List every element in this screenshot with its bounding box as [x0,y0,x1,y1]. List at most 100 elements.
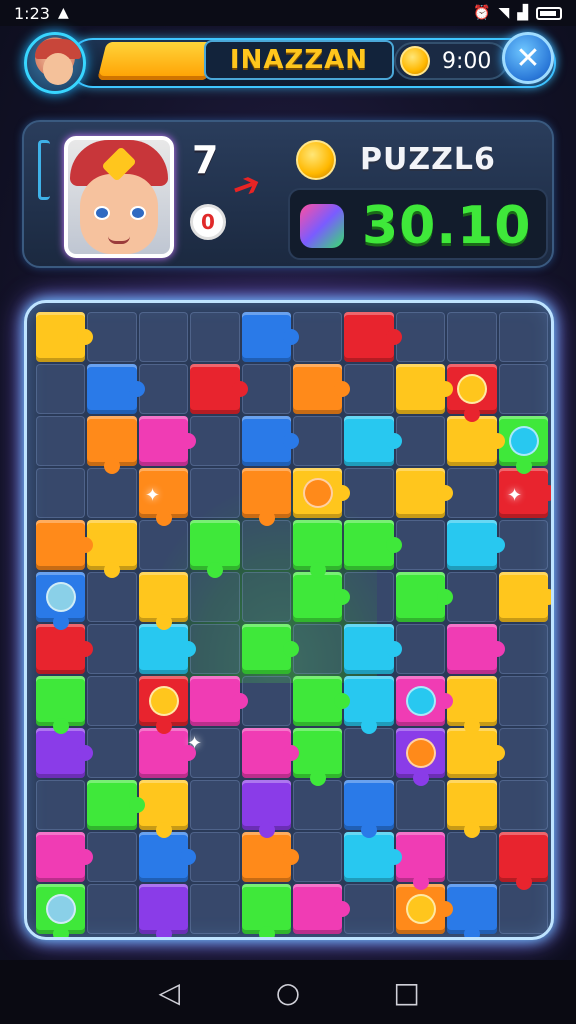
empty-slot[interactable] [190,780,240,830]
empty-slot[interactable] [87,572,137,622]
puzzle-piece[interactable] [395,728,446,786]
empty-slot[interactable] [36,468,86,518]
empty-slot[interactable] [87,728,137,778]
puzzle-piece[interactable] [292,364,351,414]
puzzle-piece[interactable] [447,624,505,674]
empty-slot[interactable] [87,624,137,674]
puzzle-piece[interactable] [395,572,454,622]
empty-slot[interactable] [87,312,137,362]
empty-slot[interactable] [190,572,240,622]
empty-slot[interactable] [498,364,548,414]
puzzle-piece[interactable] [241,884,291,937]
back-button[interactable]: ◁ [149,976,189,1009]
puzzle-piece[interactable] [395,832,446,890]
empty-slot[interactable] [241,520,291,570]
empty-slot[interactable] [344,572,394,622]
puzzle-piece[interactable] [36,728,94,778]
puzzle-piece[interactable] [87,780,145,830]
empty-slot[interactable] [241,676,291,726]
empty-slot[interactable] [292,312,343,362]
empty-slot[interactable] [87,468,137,518]
puzzle-piece[interactable] [241,780,291,838]
puzzle-piece[interactable] [498,468,551,518]
empty-slot[interactable] [344,728,394,778]
empty-slot[interactable] [395,312,446,362]
empty-slot[interactable] [498,676,548,726]
home-button[interactable]: ○ [268,976,308,1009]
puzzle-piece[interactable] [344,312,402,362]
empty-slot[interactable] [36,416,86,466]
empty-slot[interactable] [190,416,240,466]
hero-portrait[interactable] [64,136,174,258]
puzzle-piece[interactable] [241,312,299,362]
puzzle-piece[interactable] [241,624,299,674]
empty-slot[interactable] [138,520,189,570]
puzzle-piece[interactable] [292,884,351,934]
puzzle-piece[interactable] [447,676,497,734]
puzzle-piece[interactable] [138,416,197,466]
puzzle-piece[interactable] [395,364,454,414]
puzzle-piece[interactable] [36,572,86,630]
puzzle-piece[interactable] [344,780,394,838]
puzzle-piece[interactable] [498,572,551,622]
puzzle-piece[interactable] [36,624,94,674]
puzzle-piece[interactable] [241,416,299,466]
puzzle-piece[interactable] [344,624,402,674]
empty-slot[interactable] [344,364,394,414]
puzzle-piece[interactable] [138,624,197,674]
empty-slot[interactable] [292,416,343,466]
puzzle-piece[interactable] [344,520,402,570]
empty-slot[interactable] [498,312,548,362]
puzzle-piece[interactable] [190,676,248,726]
puzzle-piece[interactable] [87,416,137,474]
puzzle-piece[interactable] [344,416,402,466]
puzzle-piece[interactable] [36,676,86,734]
empty-slot[interactable] [498,780,548,830]
puzzle-piece[interactable] [395,676,454,726]
empty-slot[interactable] [36,364,86,414]
close-button[interactable]: ✕ [502,32,554,84]
empty-slot[interactable] [36,780,86,830]
empty-slot[interactable] [447,468,497,518]
puzzle-piece[interactable] [447,364,497,422]
puzzle-piece[interactable] [447,780,497,838]
empty-slot[interactable] [498,728,548,778]
puzzle-piece[interactable] [138,780,189,838]
empty-slot[interactable] [190,468,240,518]
empty-slot[interactable] [395,624,446,674]
puzzle-piece[interactable] [241,832,299,882]
puzzle-piece[interactable] [498,416,548,474]
empty-slot[interactable] [395,520,446,570]
puzzle-piece[interactable] [447,728,505,778]
puzzle-piece[interactable] [292,728,343,786]
empty-slot[interactable] [190,884,240,934]
puzzle-piece[interactable] [447,884,497,937]
puzzle-piece[interactable] [87,364,145,414]
puzzle-piece[interactable] [395,468,454,518]
puzzle-piece[interactable] [138,572,189,630]
puzzle-piece[interactable] [138,676,189,734]
player-avatar[interactable] [24,32,86,94]
empty-slot[interactable] [190,312,240,362]
empty-slot[interactable] [498,520,548,570]
puzzle-piece[interactable] [292,468,351,518]
empty-slot[interactable] [87,832,137,882]
empty-slot[interactable] [498,884,548,934]
empty-slot[interactable] [395,780,446,830]
empty-slot[interactable] [344,884,394,934]
empty-slot[interactable] [138,312,189,362]
empty-slot[interactable] [87,676,137,726]
puzzle-piece[interactable] [190,364,248,414]
puzzle-piece[interactable] [292,676,351,726]
puzzle-piece[interactable] [138,728,197,778]
puzzle-piece[interactable] [292,572,351,622]
empty-slot[interactable] [138,364,189,414]
empty-slot[interactable] [292,780,343,830]
puzzle-piece[interactable] [395,884,454,934]
empty-slot[interactable] [498,624,548,674]
puzzle-piece[interactable] [190,520,240,578]
puzzle-piece[interactable] [498,832,548,890]
empty-slot[interactable] [190,832,240,882]
empty-slot[interactable] [395,416,446,466]
puzzle-piece[interactable] [138,884,189,937]
